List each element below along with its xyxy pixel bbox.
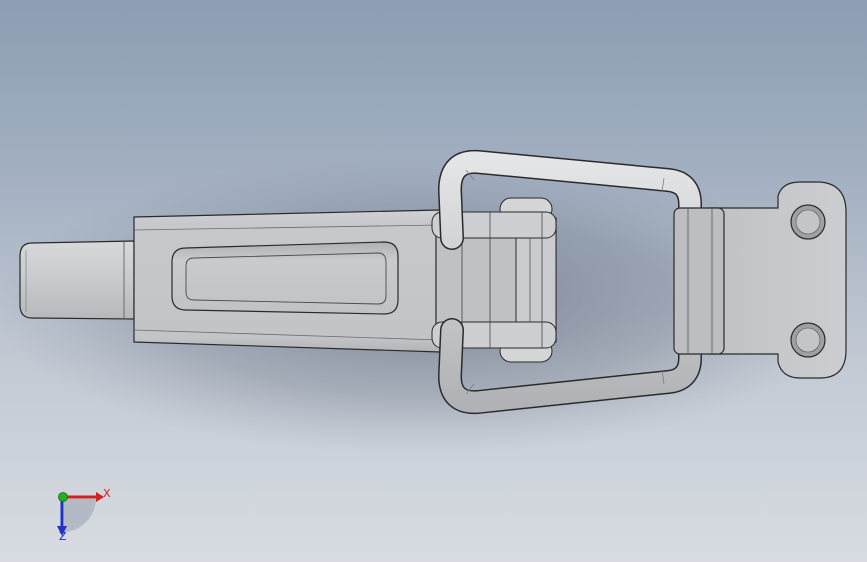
z-axis-label: Z — [59, 530, 67, 543]
keeper-plate — [673, 181, 847, 379]
graphics-viewport[interactable]: X Z — [0, 0, 867, 562]
latch-model[interactable] — [0, 0, 867, 562]
y-axis-dot — [58, 492, 68, 502]
x-axis-label: X — [103, 487, 111, 500]
latch-tongue — [19, 240, 135, 320]
latch-body — [133, 209, 441, 353]
